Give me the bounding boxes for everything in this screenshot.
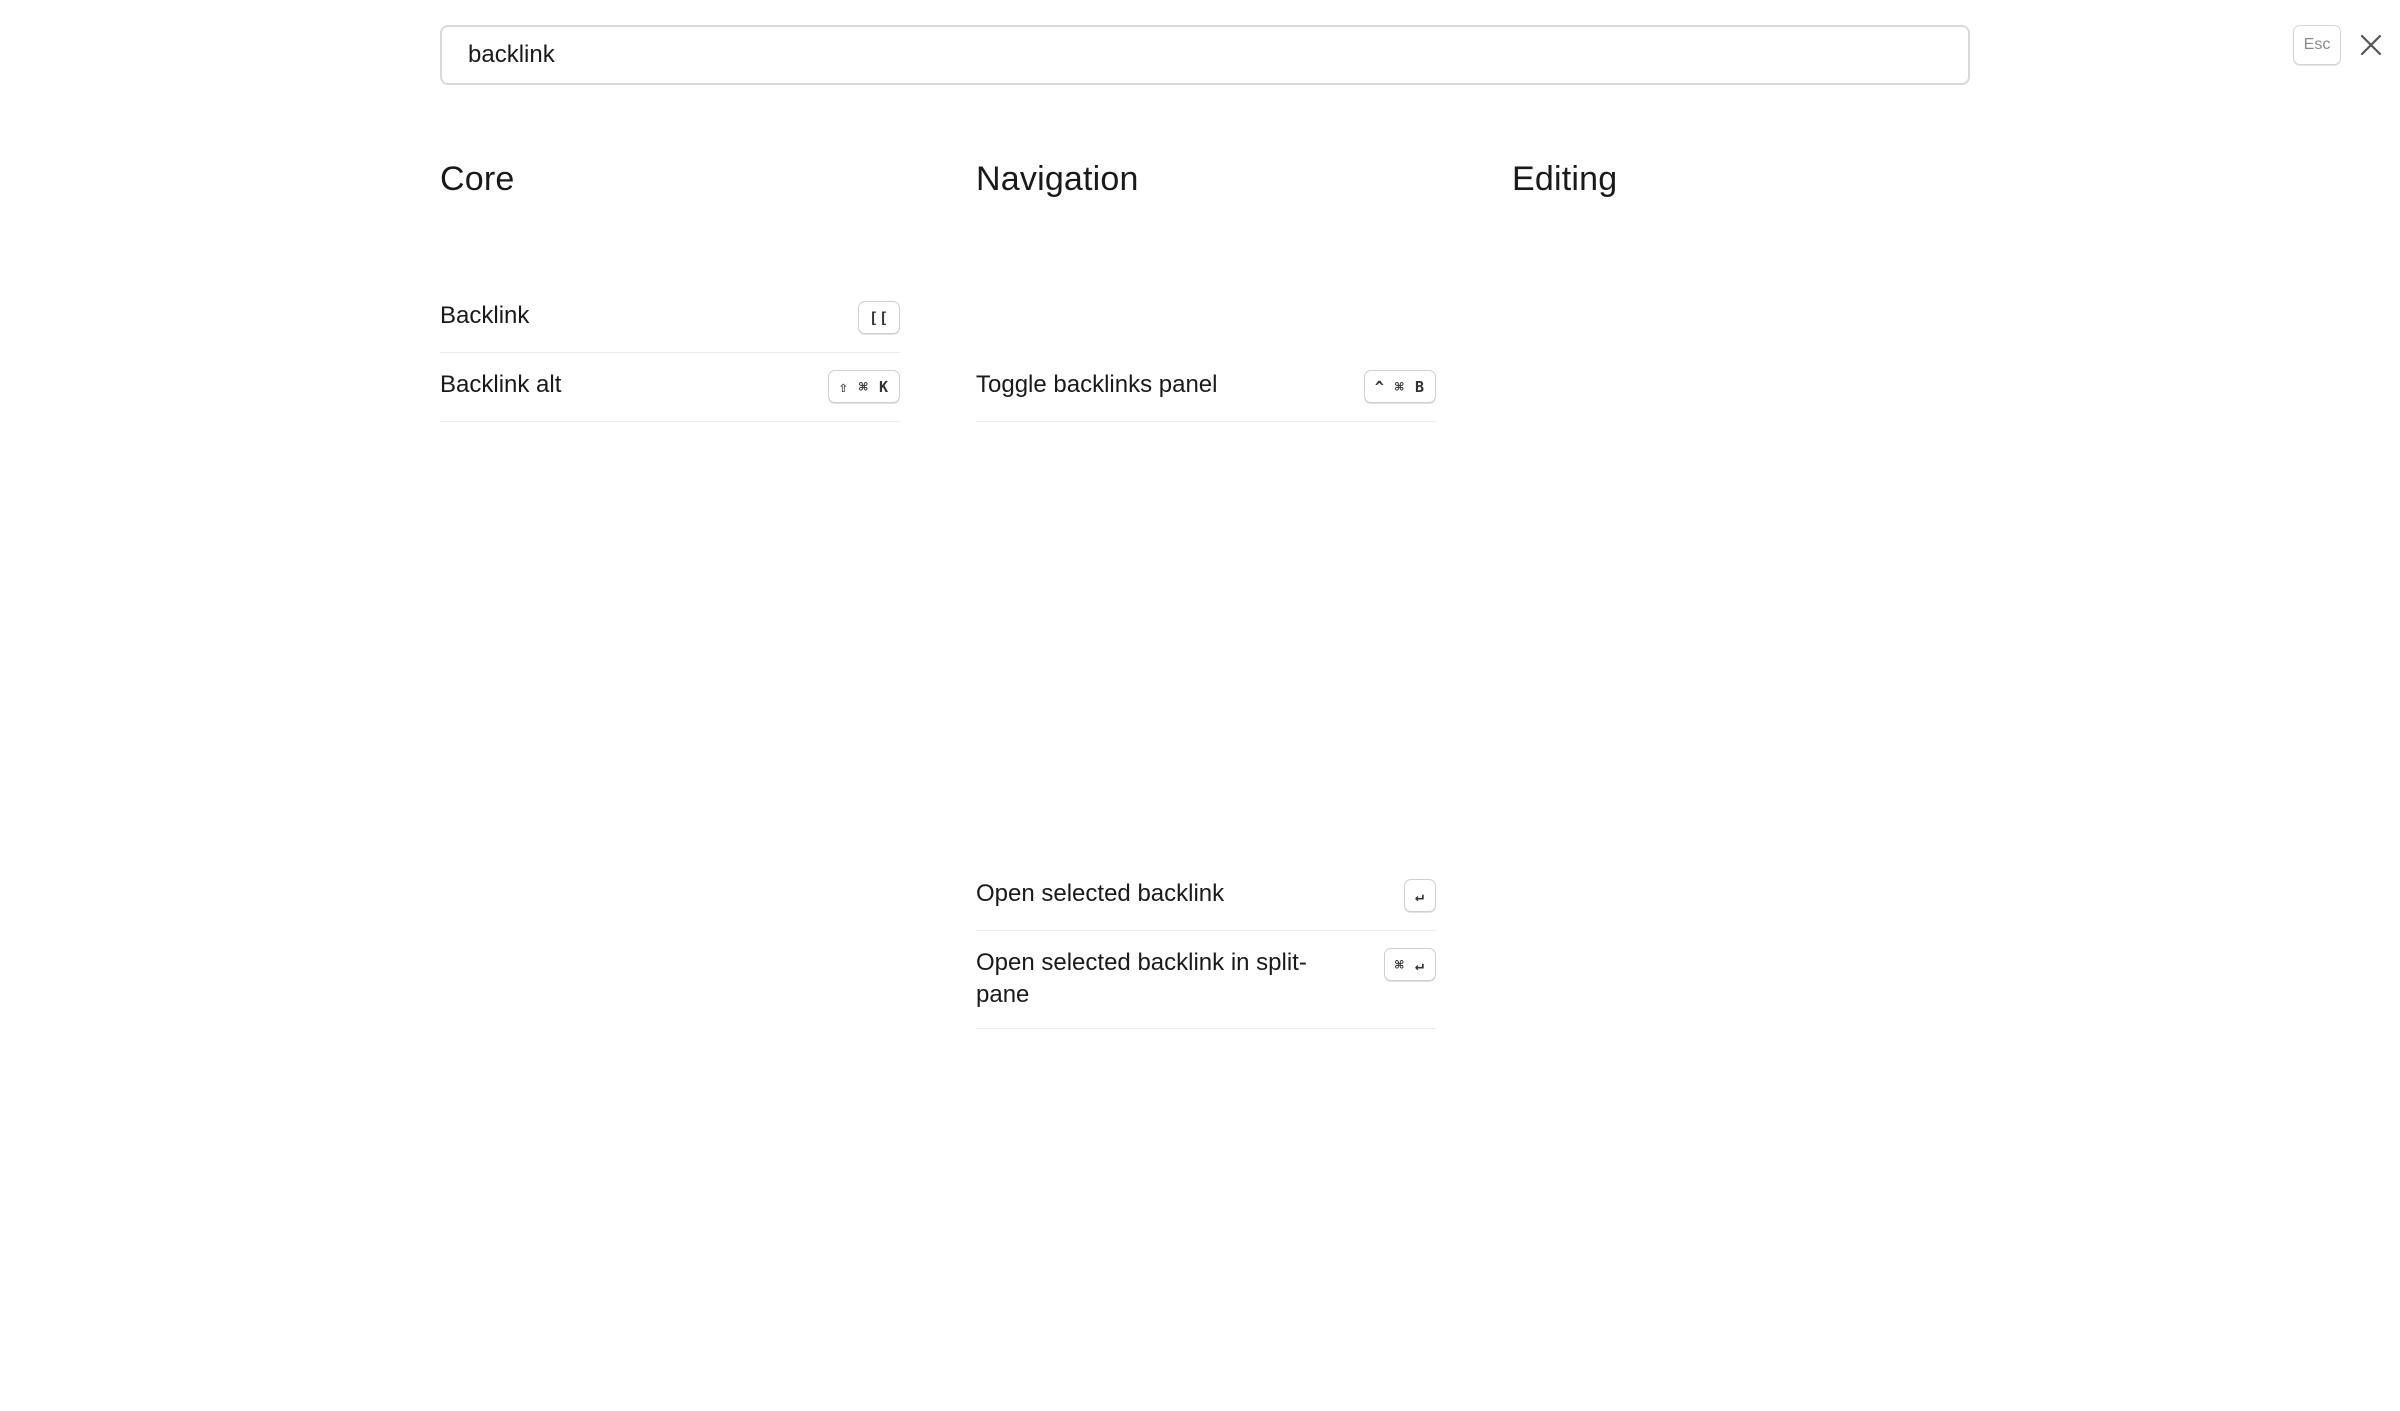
shortcut-label: Open selected backlink in split-pane: [976, 949, 1307, 1008]
column-title-core: Core: [440, 160, 515, 198]
column-title-editing: Editing: [1512, 160, 1618, 198]
esc-key-hint[interactable]: Esc: [2293, 25, 2341, 65]
search-input[interactable]: [440, 25, 1970, 85]
shortcut-row-toggle-backlinks-panel[interactable]: Toggle backlinks panel ^ ⌘ B: [976, 369, 1436, 422]
shortcut-label: Backlink alt: [440, 371, 562, 398]
shortcut-label: Backlink: [440, 302, 530, 329]
shortcut-key: ↵: [1403, 879, 1436, 912]
column-title-navigation: Navigation: [976, 160, 1139, 198]
shortcut-row-backlink[interactable]: Backlink [[: [440, 300, 900, 353]
shortcut-row-backlink-alt[interactable]: Backlink alt ⇧ ⌘ K: [440, 369, 900, 422]
shortcut-label: Toggle backlinks panel: [976, 371, 1218, 398]
shortcut-row-open-selected-backlink[interactable]: Open selected backlink ↵: [976, 878, 1436, 931]
shortcut-row-open-selected-backlink-split-pane[interactable]: Open selected backlink in split-pane ⌘ ↵: [976, 947, 1436, 1029]
shortcut-key: ⇧ ⌘ K: [827, 370, 900, 403]
close-icon: [2360, 34, 2382, 56]
shortcuts-page: Esc Core Backlink [[ Backlink alt ⇧ ⌘ K …: [0, 0, 2400, 1411]
shortcut-key: ⌘ ↵: [1383, 948, 1436, 981]
shortcut-key: ^ ⌘ B: [1363, 370, 1436, 403]
shortcut-key: [[: [857, 301, 900, 334]
close-button[interactable]: [2356, 30, 2386, 60]
shortcut-label: Open selected backlink: [976, 880, 1225, 907]
